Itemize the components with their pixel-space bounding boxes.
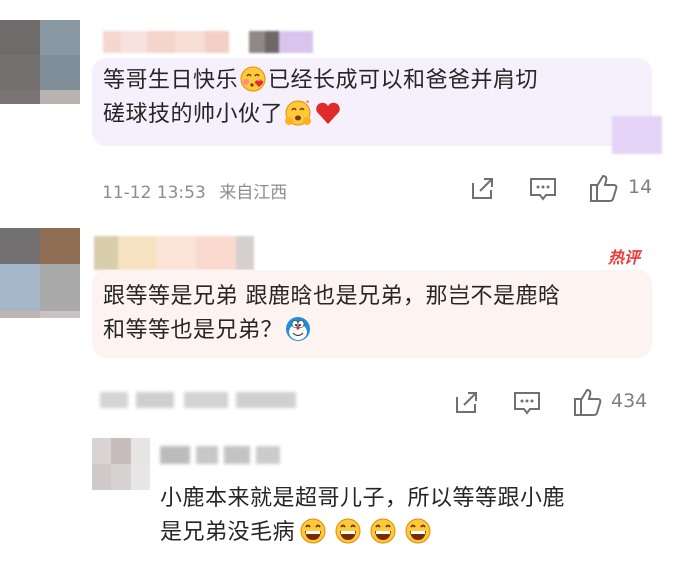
comment-meta-blurred bbox=[100, 392, 310, 408]
grinning-face-icon bbox=[370, 518, 396, 544]
thumbs-up-icon[interactable] bbox=[588, 172, 620, 204]
grinning-face-icon bbox=[335, 518, 361, 544]
comment-text: 等哥生日快乐 已经长成可以和爸爸并肩切 磋球技的帅小伙了 bbox=[103, 64, 643, 132]
like-count: 14 bbox=[628, 176, 653, 198]
hugging-face-icon bbox=[285, 100, 312, 126]
comment-text-line2: 磋球技的帅小伙了 bbox=[103, 102, 284, 127]
comment-icon[interactable] bbox=[528, 175, 558, 203]
grinning-face-icon bbox=[300, 518, 326, 544]
username-blurred[interactable] bbox=[94, 236, 254, 270]
username-blurred[interactable] bbox=[103, 31, 313, 53]
comment-text-line1: 跟等等是兄弟 跟鹿晗也是兄弟，那岂不是鹿晗 bbox=[103, 284, 561, 309]
comment-text-part2: 已经长成可以和爸爸并肩切 bbox=[268, 68, 539, 93]
kiss-face-icon bbox=[240, 66, 266, 92]
share-icon[interactable] bbox=[468, 175, 496, 203]
reply-text-line2: 是兄弟没毛病 bbox=[160, 520, 296, 545]
doraemon-icon bbox=[286, 317, 311, 341]
comment-meta: 11-12 13:53 来自江西 bbox=[102, 178, 287, 203]
comment-text: 跟等等是兄弟 跟鹿晗也是兄弟，那岂不是鹿晗 和等等也是兄弟？ bbox=[103, 280, 648, 348]
heart-icon bbox=[316, 102, 340, 124]
thumbs-up-icon[interactable] bbox=[572, 386, 604, 418]
avatar[interactable] bbox=[0, 228, 80, 318]
comment-text-line2: 和等等也是兄弟？ bbox=[103, 318, 284, 343]
reply-text: 小鹿本来就是超哥儿子，所以等等跟小鹿 是兄弟没毛病 bbox=[160, 482, 660, 550]
timestamp: 11-12 13:53 bbox=[102, 183, 206, 203]
reply-avatar[interactable] bbox=[92, 438, 150, 490]
share-icon[interactable] bbox=[452, 389, 480, 417]
location: 来自江西 bbox=[219, 183, 288, 203]
like-count: 434 bbox=[611, 390, 648, 412]
comment-icon[interactable] bbox=[512, 389, 542, 417]
reply-text-line1: 小鹿本来就是超哥儿子，所以等等跟小鹿 bbox=[160, 486, 566, 511]
reply-username-blurred[interactable] bbox=[160, 446, 280, 464]
grinning-face-icon bbox=[405, 518, 431, 544]
avatar[interactable] bbox=[0, 20, 80, 104]
hot-comment-badge: 热评 bbox=[608, 248, 641, 267]
comment-text-part1: 等哥生日快乐 bbox=[103, 68, 239, 93]
